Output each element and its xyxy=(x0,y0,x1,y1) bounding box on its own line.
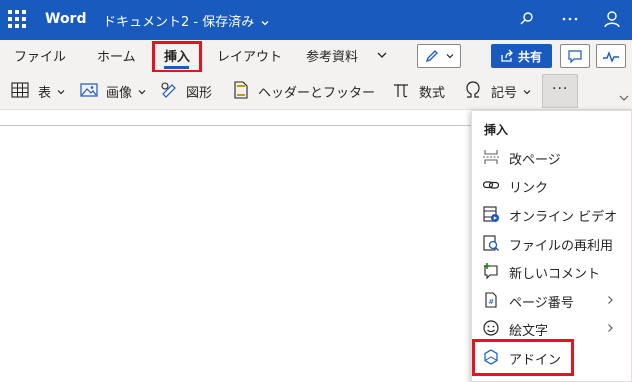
symbol-label[interactable]: 記号 xyxy=(491,82,517,101)
chevron-down-icon xyxy=(446,54,454,59)
menu-item-page-number[interactable]: # ページ番号 xyxy=(472,286,632,314)
online-video-icon xyxy=(483,206,499,222)
account-icon[interactable] xyxy=(602,9,622,29)
app-launcher-icon[interactable] xyxy=(8,10,26,28)
search-icon[interactable] xyxy=(517,9,537,29)
equation-label[interactable]: 数式 xyxy=(419,82,445,101)
more-options-icon[interactable] xyxy=(560,9,580,29)
activity-icon xyxy=(603,51,619,63)
shapes-label[interactable]: 図形 xyxy=(186,82,212,101)
header-footer-label[interactable]: ヘッダーとフッター xyxy=(258,82,375,101)
insert-tab-highlight xyxy=(152,41,202,73)
table-label[interactable]: 表 xyxy=(38,82,51,101)
tab-layout[interactable]: レイアウト xyxy=(217,46,282,65)
ribbon-collapse-chevron-icon[interactable] xyxy=(618,92,630,104)
page-top-divider xyxy=(0,125,472,126)
more-commands-label: ··· xyxy=(552,81,569,97)
menu-item-label: オンライン ビデオ xyxy=(509,210,618,225)
table-icon[interactable] xyxy=(10,80,30,100)
editing-mode-button[interactable] xyxy=(417,44,461,68)
comment-icon xyxy=(568,50,582,64)
title-bar: Word ドキュメント2 - 保存済み xyxy=(0,0,632,40)
header-footer-icon[interactable] xyxy=(231,80,251,100)
shapes-icon[interactable] xyxy=(159,80,179,100)
comments-button[interactable] xyxy=(560,44,590,68)
equation-icon[interactable] xyxy=(391,80,411,100)
document-title-text: ドキュメント2 - 保存済み xyxy=(103,15,255,30)
menu-item-emoji[interactable]: 絵文字 xyxy=(472,314,632,342)
menu-item-new-comment[interactable]: 新しいコメント xyxy=(472,257,632,285)
menu-item-label: ファイルの再利用 xyxy=(509,239,614,254)
chevron-down-icon[interactable] xyxy=(137,87,147,97)
chevron-down-icon xyxy=(261,20,269,25)
reuse-files-icon xyxy=(483,235,500,252)
svg-text:#: # xyxy=(488,298,494,306)
chevron-right-icon xyxy=(608,324,613,332)
share-button[interactable]: 共有 xyxy=(491,44,552,68)
menu-item-online-video[interactable]: オンライン ビデオ xyxy=(472,200,632,228)
new-comment-icon xyxy=(484,263,498,280)
insert-toolbar: 表 画像 図形 ヘッダーとフッター 数式 記号 xyxy=(0,72,632,110)
share-label: 共有 xyxy=(518,50,543,64)
menu-item-label: 絵文字 xyxy=(509,324,549,339)
menu-item-label: 改ページ xyxy=(509,153,561,168)
chevron-down-icon[interactable] xyxy=(56,87,66,97)
more-commands-button[interactable]: ··· xyxy=(542,74,578,108)
image-label[interactable]: 画像 xyxy=(106,82,132,101)
image-icon[interactable] xyxy=(79,80,99,100)
menu-item-label: ページ番号 xyxy=(509,296,574,311)
menu-item-page-break[interactable]: 改ページ xyxy=(472,143,632,171)
menu-item-label: リンク xyxy=(509,181,549,196)
menu-item-reuse-files[interactable]: ファイルの再利用 xyxy=(472,229,632,257)
tab-references[interactable]: 参考資料 xyxy=(306,46,358,65)
document-title[interactable]: ドキュメント2 - 保存済み xyxy=(103,11,270,30)
menu-item-link[interactable]: リンク xyxy=(472,171,632,199)
pen-icon xyxy=(425,50,438,63)
chevron-down-icon[interactable] xyxy=(522,87,532,97)
activity-button[interactable] xyxy=(596,44,626,68)
page-break-icon xyxy=(483,150,499,164)
emoji-icon xyxy=(483,320,499,336)
more-tabs-chevron-icon[interactable] xyxy=(376,49,388,61)
omega-symbol-icon[interactable] xyxy=(463,80,483,100)
menu-header: 挿入 xyxy=(484,123,509,137)
menu-item-label: 新しいコメント xyxy=(509,267,601,282)
page-number-icon: # xyxy=(485,292,497,308)
link-icon xyxy=(482,181,500,189)
share-icon xyxy=(501,49,513,62)
app-name[interactable]: Word xyxy=(45,11,87,27)
tab-home[interactable]: ホーム xyxy=(97,46,136,65)
chevron-right-icon xyxy=(608,296,613,304)
add-ins-highlight xyxy=(472,339,574,376)
tab-file[interactable]: ファイル xyxy=(14,46,66,65)
